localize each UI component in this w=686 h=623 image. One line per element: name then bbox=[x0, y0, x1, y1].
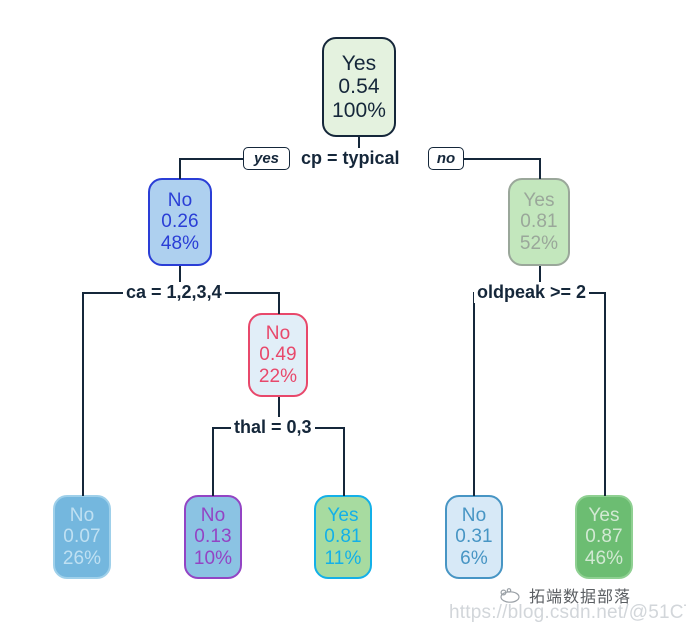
decision-tree-diagram: cp = typical ca = 1,2,3,4 oldpeak >= 2 t… bbox=[0, 0, 686, 623]
tree-leaf-no-026: No 0.07 26% bbox=[53, 495, 111, 579]
tree-node-no-022: No 0.49 22% bbox=[248, 313, 308, 397]
connector-root-left-horizontal bbox=[179, 158, 245, 160]
connector-thal-left-vertical bbox=[212, 427, 214, 496]
connector-ca-left-vertical bbox=[82, 292, 84, 496]
tree-node-root: Yes 0.54 100% bbox=[322, 37, 396, 137]
tree-node-yes-052: Yes 0.81 52% bbox=[508, 178, 570, 266]
node-percent: 46% bbox=[584, 547, 624, 569]
node-probability: 0.81 bbox=[324, 526, 362, 548]
node-probability: 0.54 bbox=[338, 75, 380, 99]
node-probability: 0.26 bbox=[161, 211, 199, 233]
branch-label-yes: yes bbox=[243, 147, 290, 170]
tree-leaf-yes-046: Yes 0.87 46% bbox=[575, 495, 633, 579]
split-label-thal: thal = 0,3 bbox=[231, 417, 315, 438]
node-probability: 0.13 bbox=[194, 526, 232, 548]
node-percent: 26% bbox=[62, 547, 102, 569]
node-prediction: Yes bbox=[341, 51, 377, 75]
node-probability: 0.49 bbox=[259, 344, 297, 366]
node-percent: 6% bbox=[460, 547, 488, 569]
node-prediction: No bbox=[200, 505, 226, 527]
node-probability: 0.87 bbox=[585, 526, 623, 548]
node-prediction: No bbox=[69, 505, 95, 527]
node-prediction: Yes bbox=[327, 505, 359, 527]
branch-label-no: no bbox=[428, 147, 464, 170]
node-prediction: Yes bbox=[523, 190, 555, 212]
connector-root-to-right-child bbox=[539, 158, 541, 179]
node-percent: 48% bbox=[160, 232, 200, 254]
connector-thal-right-vertical bbox=[343, 427, 345, 496]
node-prediction: No bbox=[461, 505, 487, 527]
node-prediction: No bbox=[167, 190, 193, 212]
watermark-url: https://blog.csdn.net/@51CTO博客 bbox=[449, 602, 686, 623]
connector-root-to-left-child bbox=[179, 158, 181, 179]
connector-ca-right-vertical bbox=[278, 292, 280, 314]
node-probability: 0.07 bbox=[63, 526, 101, 548]
node-prediction: Yes bbox=[588, 505, 620, 527]
node-prediction: No bbox=[265, 323, 291, 345]
split-label-ca: ca = 1,2,3,4 bbox=[123, 282, 225, 303]
tree-leaf-yes-011: Yes 0.81 11% bbox=[314, 495, 372, 579]
node-percent: 52% bbox=[519, 232, 559, 254]
split-label-cp: cp = typical bbox=[298, 148, 403, 169]
node-percent: 10% bbox=[193, 547, 233, 569]
node-percent: 100% bbox=[331, 98, 387, 122]
split-label-oldpeak: oldpeak >= 2 bbox=[474, 282, 590, 303]
connector-oldpeak-left-vertical bbox=[473, 292, 475, 496]
node-percent: 22% bbox=[258, 365, 298, 387]
node-probability: 0.31 bbox=[455, 526, 493, 548]
tree-leaf-no-010: No 0.13 10% bbox=[184, 495, 242, 579]
node-percent: 11% bbox=[324, 547, 362, 569]
node-probability: 0.81 bbox=[520, 211, 558, 233]
tree-leaf-no-006: No 0.31 6% bbox=[445, 495, 503, 579]
tree-node-no-048: No 0.26 48% bbox=[148, 178, 212, 266]
connector-root-right-horizontal bbox=[462, 158, 540, 160]
connector-oldpeak-right-vertical bbox=[604, 292, 606, 496]
